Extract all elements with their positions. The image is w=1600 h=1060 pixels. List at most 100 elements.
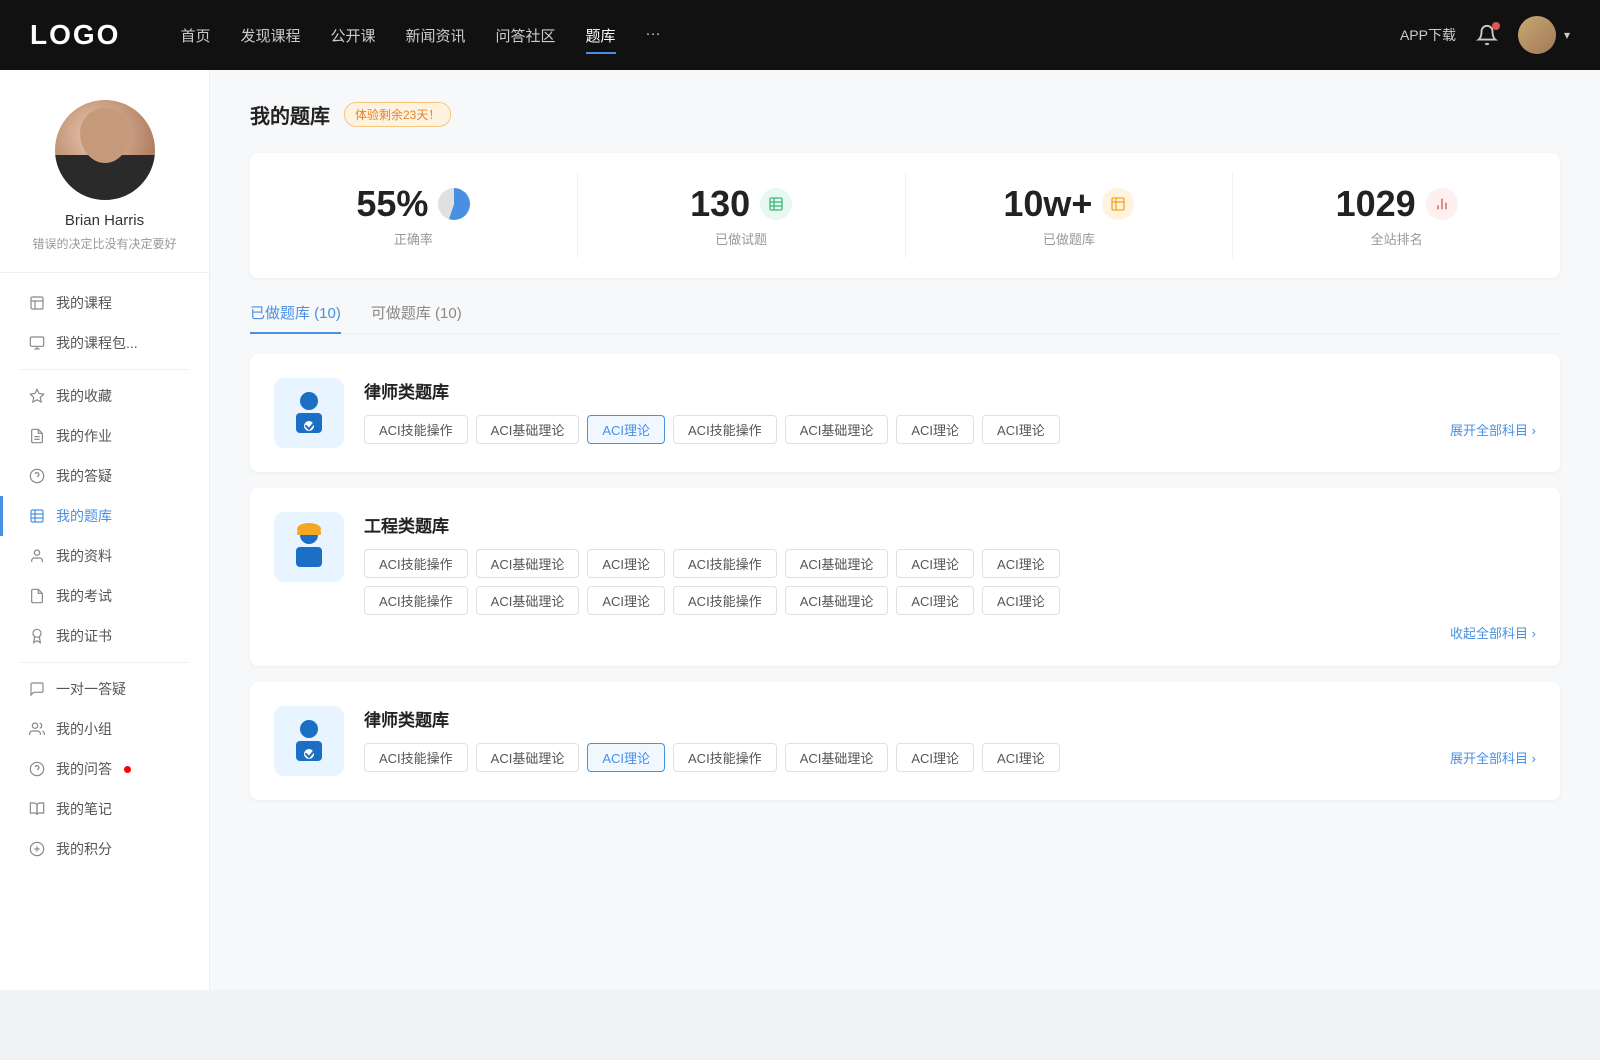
qbank-icon bbox=[28, 507, 46, 525]
qbank-icon-1 bbox=[274, 512, 344, 582]
stat-accuracy: 55% 正确率 bbox=[250, 173, 578, 258]
page-title-row: 我的题库 体验剩余23天！ bbox=[250, 100, 1560, 129]
qbank-header-2: 律师类题库 ACI技能操作 ACI基础理论 ACI理论 ACI技能操作 ACI基… bbox=[274, 706, 1536, 776]
qbank-info-0: 律师类题库 ACI技能操作 ACI基础理论 ACI理论 ACI技能操作 ACI基… bbox=[364, 378, 1536, 444]
tag-1-4[interactable]: ACI基础理论 bbox=[785, 549, 889, 578]
header-avatar[interactable] bbox=[1518, 16, 1556, 54]
tag-2-0[interactable]: ACI技能操作 bbox=[364, 743, 468, 772]
user-menu[interactable]: ▾ bbox=[1518, 16, 1570, 54]
tag-2-4[interactable]: ACI基础理论 bbox=[785, 743, 889, 772]
tag-0-3[interactable]: ACI技能操作 bbox=[673, 415, 777, 444]
stat-ranking-value: 1029 bbox=[1253, 183, 1540, 225]
header-right: APP下载 ▾ bbox=[1400, 16, 1570, 54]
stat-banks-done-label: 已做题库 bbox=[926, 229, 1213, 248]
tag-1-2[interactable]: ACI理论 bbox=[587, 549, 665, 578]
tags-footer-1: 收起全部科目 › bbox=[364, 623, 1536, 642]
sidebar-item-notes-label: 我的笔记 bbox=[56, 799, 112, 819]
sidebar-item-favorites-label: 我的收藏 bbox=[56, 386, 112, 406]
sidebar-item-qbank[interactable]: 我的题库 bbox=[0, 496, 209, 536]
sidebar-item-questions[interactable]: 我的问答 bbox=[0, 749, 209, 789]
sidebar-item-notes[interactable]: 我的笔记 bbox=[0, 789, 209, 829]
tag-0-4[interactable]: ACI基础理论 bbox=[785, 415, 889, 444]
sidebar-item-groups[interactable]: 我的小组 bbox=[0, 709, 209, 749]
nav-open-course[interactable]: 公开课 bbox=[330, 21, 375, 50]
nav-discover[interactable]: 发现课程 bbox=[240, 21, 300, 50]
qbank-info-2: 律师类题库 ACI技能操作 ACI基础理论 ACI理论 ACI技能操作 ACI基… bbox=[364, 706, 1536, 772]
course-package-icon bbox=[28, 334, 46, 352]
tutoring-icon bbox=[28, 680, 46, 698]
qbank-name-2: 律师类题库 bbox=[364, 706, 1536, 731]
sidebar-item-courses[interactable]: 我的课程 bbox=[0, 283, 209, 323]
tag-1-s6[interactable]: ACI理论 bbox=[982, 586, 1060, 615]
nav-home[interactable]: 首页 bbox=[180, 21, 210, 50]
tag-1-s0[interactable]: ACI技能操作 bbox=[364, 586, 468, 615]
tag-1-s5[interactable]: ACI理论 bbox=[896, 586, 974, 615]
qbank-info-1: 工程类题库 ACI技能操作 ACI基础理论 ACI理论 ACI技能操作 ACI基… bbox=[364, 512, 1536, 642]
sidebar-item-homework-label: 我的作业 bbox=[56, 426, 112, 446]
logo: LOGO bbox=[30, 19, 120, 51]
sidebar-item-groups-label: 我的小组 bbox=[56, 719, 112, 739]
tag-1-6[interactable]: ACI理论 bbox=[982, 549, 1060, 578]
nav-more[interactable]: ··· bbox=[646, 21, 661, 50]
tag-0-1[interactable]: ACI基础理论 bbox=[476, 415, 580, 444]
sidebar-item-tutoring-label: 一对一答疑 bbox=[56, 679, 126, 699]
nav-qa[interactable]: 问答社区 bbox=[496, 21, 556, 50]
sidebar-item-profile[interactable]: 我的资料 bbox=[0, 536, 209, 576]
tag-1-0[interactable]: ACI技能操作 bbox=[364, 549, 468, 578]
tag-0-0[interactable]: ACI技能操作 bbox=[364, 415, 468, 444]
sidebar-item-qa[interactable]: 我的答疑 bbox=[0, 456, 209, 496]
nav-news[interactable]: 新闻资讯 bbox=[406, 21, 466, 50]
tag-0-5[interactable]: ACI理论 bbox=[896, 415, 974, 444]
tag-1-s2[interactable]: ACI理论 bbox=[587, 586, 665, 615]
sidebar-item-course-package-label: 我的课程包... bbox=[56, 333, 138, 353]
main-nav: 首页 发现课程 公开课 新闻资讯 问答社区 题库 ··· bbox=[180, 21, 1400, 50]
tag-2-2[interactable]: ACI理论 bbox=[587, 743, 665, 772]
chevron-down-icon[interactable]: ▾ bbox=[1564, 28, 1570, 42]
tab-available[interactable]: 可做题库 (10) bbox=[371, 302, 462, 333]
sidebar-item-exam[interactable]: 我的考试 bbox=[0, 576, 209, 616]
sidebar-item-course-package[interactable]: 我的课程包... bbox=[0, 323, 209, 363]
sidebar-item-tutoring[interactable]: 一对一答疑 bbox=[0, 669, 209, 709]
tag-1-1[interactable]: ACI基础理论 bbox=[476, 549, 580, 578]
tag-1-5[interactable]: ACI理论 bbox=[896, 549, 974, 578]
qa-icon bbox=[28, 467, 46, 485]
qbank-card-1: 工程类题库 ACI技能操作 ACI基础理论 ACI理论 ACI技能操作 ACI基… bbox=[250, 488, 1560, 666]
sidebar-item-homework[interactable]: 我的作业 bbox=[0, 416, 209, 456]
tabs-row: 已做题库 (10) 可做题库 (10) bbox=[250, 302, 1560, 334]
qbank-card-2: 律师类题库 ACI技能操作 ACI基础理论 ACI理论 ACI技能操作 ACI基… bbox=[250, 682, 1560, 800]
qbank-icon-2 bbox=[274, 706, 344, 776]
tag-1-s3[interactable]: ACI技能操作 bbox=[673, 586, 777, 615]
tag-2-5[interactable]: ACI理论 bbox=[896, 743, 974, 772]
stat-accuracy-value: 55% bbox=[270, 183, 557, 225]
homework-icon bbox=[28, 427, 46, 445]
qbank-header-1: 工程类题库 ACI技能操作 ACI基础理论 ACI理论 ACI技能操作 ACI基… bbox=[274, 512, 1536, 642]
sidebar-item-favorites[interactable]: 我的收藏 bbox=[0, 376, 209, 416]
courses-icon bbox=[28, 294, 46, 312]
tag-0-6[interactable]: ACI理论 bbox=[982, 415, 1060, 444]
sidebar-menu: 我的课程 我的课程包... 我的收藏 我的作业 bbox=[0, 273, 209, 879]
tag-1-3[interactable]: ACI技能操作 bbox=[673, 549, 777, 578]
expand-link-0[interactable]: 展开全部科目 › bbox=[1450, 420, 1536, 439]
accuracy-chart-icon bbox=[438, 188, 470, 220]
sidebar-item-exam-label: 我的考试 bbox=[56, 586, 112, 606]
tag-0-2[interactable]: ACI理论 bbox=[587, 415, 665, 444]
expand-link-1[interactable]: 收起全部科目 › bbox=[1450, 623, 1536, 642]
main-wrapper: Brian Harris 错误的决定比没有决定要好 我的课程 我的课程包... bbox=[0, 70, 1600, 990]
stat-banks-done-value: 10w+ bbox=[926, 183, 1213, 225]
tag-1-s4[interactable]: ACI基础理论 bbox=[785, 586, 889, 615]
tag-2-3[interactable]: ACI技能操作 bbox=[673, 743, 777, 772]
tab-done[interactable]: 已做题库 (10) bbox=[250, 302, 341, 333]
tag-2-1[interactable]: ACI基础理论 bbox=[476, 743, 580, 772]
tag-2-6[interactable]: ACI理论 bbox=[982, 743, 1060, 772]
header: LOGO 首页 发现课程 公开课 新闻资讯 问答社区 题库 ··· APP下载 … bbox=[0, 0, 1600, 70]
tag-1-s1[interactable]: ACI基础理论 bbox=[476, 586, 580, 615]
app-download-button[interactable]: APP下载 bbox=[1400, 25, 1456, 45]
sidebar-item-certificate[interactable]: 我的证书 bbox=[0, 616, 209, 656]
sidebar-item-qa-label: 我的答疑 bbox=[56, 466, 112, 486]
qbank-header-0: 律师类题库 ACI技能操作 ACI基础理论 ACI理论 ACI技能操作 ACI基… bbox=[274, 378, 1536, 448]
sidebar-divider-1 bbox=[20, 369, 189, 370]
nav-qbank[interactable]: 题库 bbox=[586, 21, 616, 50]
notification-bell[interactable] bbox=[1476, 24, 1498, 46]
sidebar-item-points[interactable]: 我的积分 bbox=[0, 829, 209, 869]
expand-link-2[interactable]: 展开全部科目 › bbox=[1450, 748, 1536, 767]
